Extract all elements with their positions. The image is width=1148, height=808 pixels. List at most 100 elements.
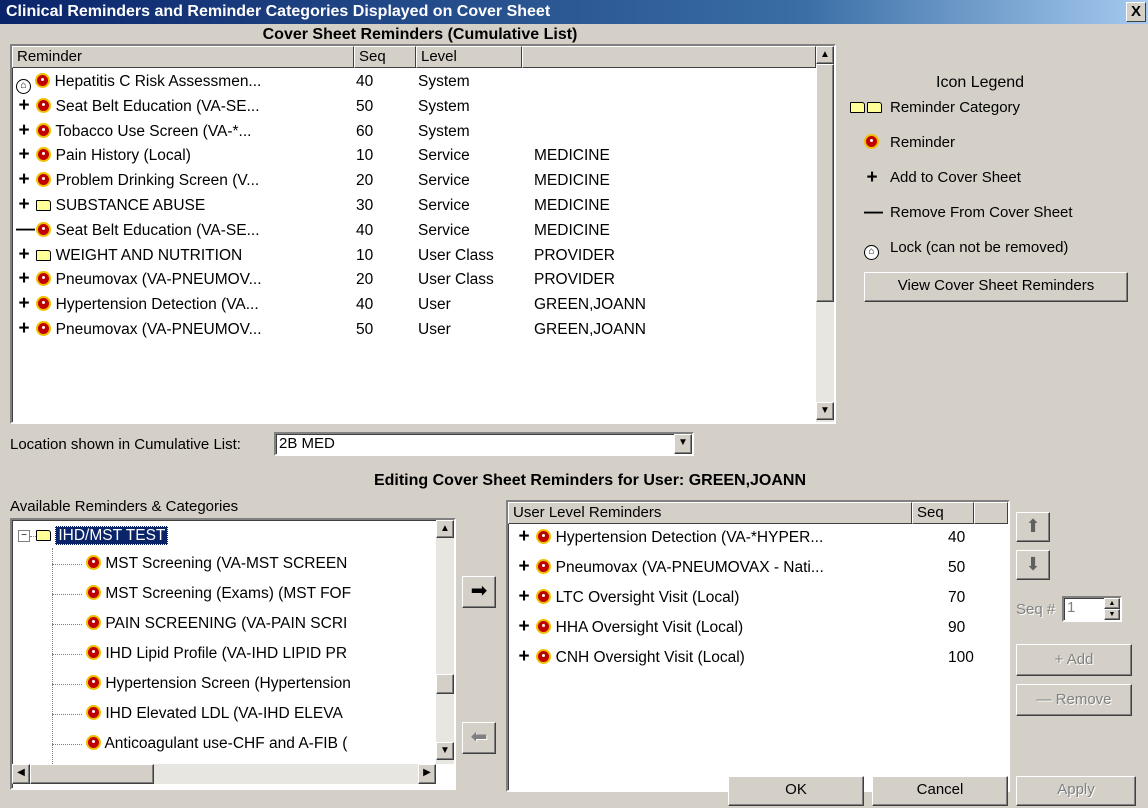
table-row[interactable]: + Pneumovax (VA-PNEUMOV... 20 User Class PR… [12,268,816,292]
tree-horizontal-scrollbar[interactable]: ◀ ▶ [12,764,436,784]
reminder-name: LTC Oversight Visit (Local) [555,589,740,606]
reminder-name: HHA Oversight Visit (Local) [555,619,744,636]
move-left-button[interactable]: ⬅ [462,722,496,754]
table-row[interactable]: + Tobacco Use Screen (VA-*... 60 System [12,120,816,144]
table-row[interactable]: + Pneumovax (VA-PNEUMOV... 50 User GREEN,JO… [12,318,816,342]
column-header-level[interactable]: Level [416,46,522,68]
arrow-right-icon: ➡ [470,580,488,602]
scroll-left-button[interactable]: ◀ [12,764,30,784]
available-tree[interactable]: MST Screening (VA-MST SCREEN MST Screeni… [10,518,456,790]
table-row[interactable]: + CNH Oversight Visit (Local) 100 [508,646,1008,670]
reminder-icon [86,645,101,662]
table-row[interactable]: + HHA Oversight Visit (Local) 90 [508,616,1008,640]
reminder-icon [36,321,52,338]
chevron-down-icon[interactable]: ▼ [674,434,692,454]
tree-item[interactable]: IHD Elevated LDL (VA-IHD ELEVA [86,704,434,724]
location-combobox[interactable]: 2B MED ▼ [274,432,694,456]
table-row[interactable]: + Hypertension Detection (VA... 40 User GRE… [12,293,816,317]
tree-vertical-scrollbar[interactable]: ▲ ▼ [436,520,454,764]
table-row[interactable]: + Pain History (Local) 10 Service MEDICINE [12,144,816,168]
table-row[interactable]: + Pneumovax (VA-PNEUMOVAX - Nati... 50 [508,556,1008,580]
plus-icon: + [18,119,30,141]
minus-icon: — [16,218,35,240]
remove-button[interactable]: — Remove [1016,684,1132,716]
view-cover-sheet-reminders-button[interactable]: View Cover Sheet Reminders [864,272,1128,302]
column-header-seq[interactable]: Seq [912,502,974,524]
tree-root[interactable]: IHD/MST TEST [36,526,169,546]
reminder-name: Hypertension Detection (VA-*HYPER... [555,529,824,546]
scroll-right-button[interactable]: ▶ [418,764,436,784]
tree-item[interactable]: IHD Lipid Profile (VA-IHD LIPID PR [86,644,434,664]
level-cell: User [418,321,451,338]
plus-icon: + [18,169,30,191]
available-label: Available Reminders & Categories [10,498,239,515]
column-header-user-level-reminders[interactable]: User Level Reminders [508,502,912,524]
tree-line [52,548,53,772]
spin-down-button[interactable]: ▼ [1104,609,1120,620]
reminder-icon [36,221,52,239]
scroll-up-button[interactable]: ▲ [816,46,834,64]
table-row[interactable]: + Hypertension Detection (VA-*HYPER... 40 [508,526,1008,550]
scroll-down-button[interactable]: ▼ [436,742,454,760]
folder-icon [850,96,882,120]
table-row[interactable]: ⌂ Hepatitis C Risk Assessmen... 40 System [12,70,816,94]
table-row[interactable]: + Seat Belt Education (VA-SE... 50 System [12,95,816,119]
editing-heading: Editing Cover Sheet Reminders for User: … [373,472,807,489]
tree-line [52,714,82,715]
scroll-thumb[interactable] [436,674,454,694]
value-cell: GREEN,JOANN [534,296,646,314]
table-row[interactable]: + LTC Oversight Visit (Local) 70 [508,586,1008,610]
reminder-icon [536,589,552,606]
seq-cell: 100 [948,649,974,666]
table-row[interactable]: — Seat Belt Education (VA-SE... 40 Service… [12,219,816,243]
value-cell: PROVIDER [534,271,615,289]
close-button[interactable]: X [1126,2,1146,22]
move-up-button[interactable]: ⬆ [1016,512,1050,542]
tree-line [52,564,82,565]
tree-item[interactable]: PAIN SCREENING (VA-PAIN SCRI [86,614,434,634]
reminder-icon [86,615,101,632]
table-row[interactable]: + WEIGHT AND NUTRITION 10 User Class PROVID… [12,244,816,268]
cancel-button[interactable]: Cancel [872,776,1008,806]
column-header-reminder[interactable]: Reminder [12,46,354,68]
tree-item[interactable]: MST Screening (VA-MST SCREEN [86,554,434,574]
scroll-thumb[interactable] [816,64,834,302]
table-row[interactable]: + Problem Drinking Screen (V... 20 Service… [12,169,816,193]
table-row[interactable]: + SUBSTANCE ABUSE 30 Service MEDICINE [12,194,816,218]
reminder-icon [864,131,879,155]
scroll-up-button[interactable]: ▲ [436,520,454,538]
reminder-icon [536,619,552,636]
ok-button[interactable]: OK [728,776,864,806]
seq-cell: 20 [356,271,374,289]
column-header-blank[interactable] [974,502,1008,524]
tree-item[interactable]: Anticoagulant use-CHF and A-FIB ( [86,734,434,754]
move-right-button[interactable]: ➡ [462,576,496,608]
column-header-value[interactable] [522,46,816,68]
reminder-icon [36,147,52,164]
add-button[interactable]: + Add [1016,644,1132,676]
reminder-name: Tobacco Use Screen (VA-*... [55,122,252,140]
reminder-name: CNH Oversight Visit (Local) [555,649,745,666]
level-cell: Service [418,172,470,190]
move-down-button[interactable]: ⬇ [1016,550,1050,580]
spin-up-button[interactable]: ▲ [1104,598,1120,609]
tree-item[interactable]: Hypertension Screen (Hypertension [86,674,434,694]
plus-icon: + [866,167,878,188]
cumulative-list[interactable]: Reminder Seq Level ⌂ Hepatitis C Risk As… [10,44,836,424]
seq-spinner[interactable]: 1 ▲ ▼ [1062,596,1122,622]
reminder-icon [36,122,52,140]
reminder-name: Seat Belt Education (VA-SE... [55,97,260,115]
scroll-down-button[interactable]: ▼ [816,402,834,420]
legend-title: Icon Legend [936,74,1025,91]
tree-item[interactable]: MST Screening (Exams) (MST FOF [86,584,434,604]
cumulative-scrollbar[interactable]: ▲ ▼ [816,46,834,422]
seq-cell: 30 [356,197,374,214]
plus-icon: + [518,556,530,577]
tree-collapse-icon[interactable]: − [18,530,30,542]
value-cell: GREEN,JOANN [534,321,646,338]
level-cell: Service [418,197,470,214]
user-level-list[interactable]: User Level Reminders Seq + Hypertension … [506,500,1010,792]
column-header-seq[interactable]: Seq [354,46,416,68]
scroll-thumb[interactable] [30,764,154,784]
apply-button[interactable]: Apply [1016,776,1136,806]
